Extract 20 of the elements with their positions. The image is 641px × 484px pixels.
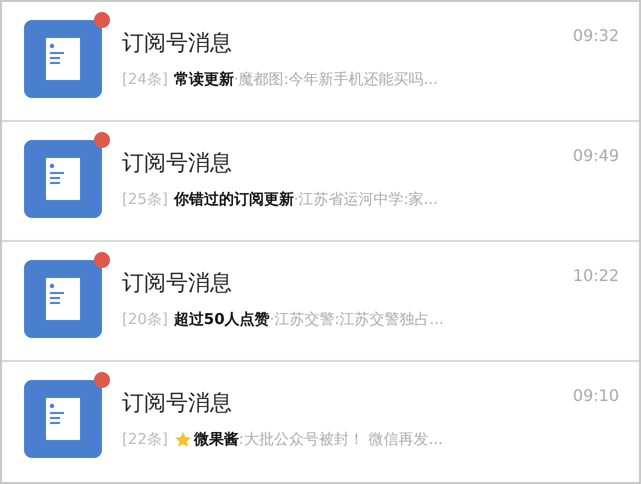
message-count: [25条] <box>122 190 168 209</box>
message-preview: 常读更新·魔都图:今年新手机还能买吗... <box>174 70 438 89</box>
chat-title: 订阅号消息 <box>122 390 232 418</box>
message-time: 10:22 <box>572 266 619 285</box>
document-icon <box>24 260 102 338</box>
document-icon <box>24 20 102 98</box>
chat-title: 订阅号消息 <box>122 270 232 298</box>
message-time: 09:49 <box>572 146 619 165</box>
document-icon <box>24 140 102 218</box>
chat-title: 订阅号消息 <box>122 30 232 58</box>
message-time: 09:10 <box>572 386 619 405</box>
message-count: [22条] <box>122 430 168 449</box>
message-time: 09:32 <box>572 26 619 45</box>
message-preview: 你错过的订阅更新·江苏省运河中学:家... <box>174 190 438 209</box>
message-count: [20条] <box>122 310 168 329</box>
message-preview: 微果酱:大批公众号被封！ 微信再发... <box>194 430 443 449</box>
message-preview: 超过50人点赞·江苏交警:江苏交警独占... <box>174 310 444 329</box>
message-count: [24条] <box>122 70 168 89</box>
chat-title: 订阅号消息 <box>122 150 232 178</box>
document-icon <box>24 380 102 458</box>
